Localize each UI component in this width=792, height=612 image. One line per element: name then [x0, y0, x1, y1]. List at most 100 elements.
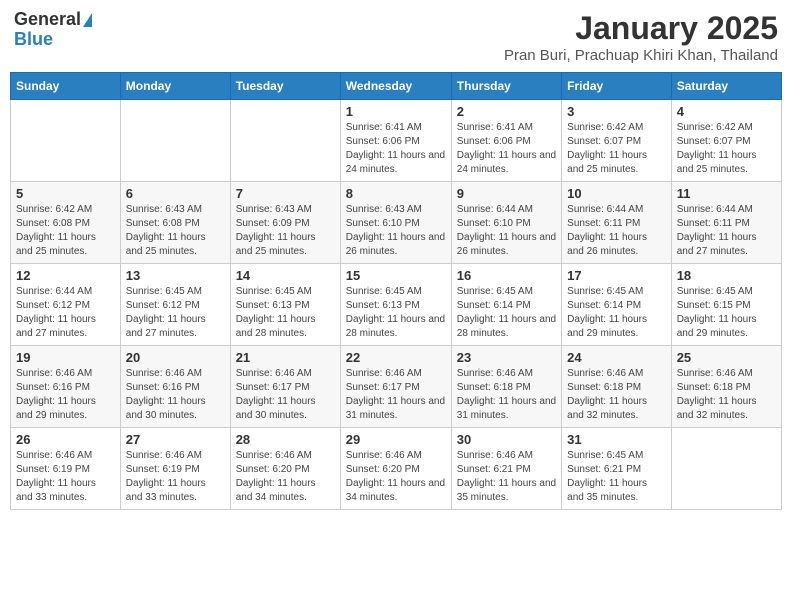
calendar-cell: 23Sunrise: 6:46 AMSunset: 6:18 PMDayligh…	[451, 346, 561, 428]
calendar-cell: 22 Sunrise: 6:46 AMSunset: 6:17 PMDayligh…	[340, 346, 451, 428]
day-header-tuesday: Tuesday	[230, 73, 340, 100]
day-number: 30	[457, 432, 556, 447]
calendar-cell: 14 Sunrise: 6:45 AMSunset: 6:13 PMDayligh…	[230, 264, 340, 346]
calendar-cell: 7 Sunrise: 6:43 AMSunset: 6:09 PMDaylight…	[230, 182, 340, 264]
day-number: 27	[126, 432, 225, 447]
day-detail: Sunrise: 6:46 AMSunset: 6:19 PMDaylight:…	[16, 449, 115, 505]
calendar-cell: 9Sunrise: 6:44 AMSunset: 6:10 PMDaylight…	[451, 182, 561, 264]
day-detail: Sunrise: 6:44 AMSunset: 6:11 PMDaylight:…	[567, 203, 666, 259]
day-number: 13	[126, 268, 225, 283]
day-detail: Sunrise: 6:46 AMSunset: 6:20 PMDaylight:…	[236, 449, 335, 505]
calendar-cell: 15 Sunrise: 6:45 AMSunset: 6:13 PMDayligh…	[340, 264, 451, 346]
title-block: January 2025 Pran Buri, Prachuap Khiri K…	[504, 10, 778, 64]
calendar-cell: 20 Sunrise: 6:46 AMSunset: 6:16 PMDayligh…	[120, 346, 230, 428]
day-number: 12	[16, 268, 115, 283]
calendar-cell: 17 Sunrise: 6:45 AMSunset: 6:14 PMDayligh…	[562, 264, 672, 346]
day-detail: Sunrise: 6:43 AMSunset: 6:08 PMDaylight:…	[126, 203, 225, 259]
page-subtitle: Pran Buri, Prachuap Khiri Khan, Thailand	[504, 47, 778, 64]
day-detail: Sunrise: 6:45 AMSunset: 6:13 PMDaylight:…	[346, 285, 446, 341]
day-detail: Sunrise: 6:42 AMSunset: 6:07 PMDaylight:…	[567, 121, 666, 177]
day-header-friday: Friday	[562, 73, 672, 100]
calendar-cell: 5Sunrise: 6:42 AMSunset: 6:08 PMDaylight…	[11, 182, 121, 264]
day-detail: Sunrise: 6:45 AMSunset: 6:14 PMDaylight:…	[567, 285, 666, 341]
day-detail: Sunrise: 6:46 AMSunset: 6:21 PMDaylight:…	[457, 449, 556, 505]
day-number: 24	[567, 350, 666, 365]
calendar-cell: 8 Sunrise: 6:43 AMSunset: 6:10 PMDaylight…	[340, 182, 451, 264]
day-number: 31	[567, 432, 666, 447]
day-detail: Sunrise: 6:41 AMSunset: 6:06 PMDaylight:…	[457, 121, 556, 177]
page-title: January 2025	[504, 10, 778, 47]
day-detail: Sunrise: 6:43 AMSunset: 6:10 PMDaylight:…	[346, 203, 446, 259]
day-number: 7	[236, 186, 335, 201]
page-header: General Blue January 2025 Pran Buri, Pra…	[10, 10, 782, 64]
calendar-cell: 24Sunrise: 6:46 AMSunset: 6:18 PMDayligh…	[562, 346, 672, 428]
day-number: 4	[677, 104, 776, 119]
day-number: 20	[126, 350, 225, 365]
calendar-cell: 13 Sunrise: 6:45 AMSunset: 6:12 PMDayligh…	[120, 264, 230, 346]
day-detail: Sunrise: 6:44 AMSunset: 6:12 PMDaylight:…	[16, 285, 115, 341]
day-number: 3	[567, 104, 666, 119]
day-number: 15	[346, 268, 446, 283]
calendar-cell: 31Sunrise: 6:45 AMSunset: 6:21 PMDayligh…	[562, 428, 672, 510]
calendar-cell: 2 Sunrise: 6:41 AMSunset: 6:06 PMDaylight…	[451, 100, 561, 182]
day-detail: Sunrise: 6:42 AMSunset: 6:08 PMDaylight:…	[16, 203, 115, 259]
day-number: 18	[677, 268, 776, 283]
header-row: SundayMondayTuesdayWednesdayThursdayFrid…	[11, 73, 782, 100]
day-detail: Sunrise: 6:46 AMSunset: 6:19 PMDaylight:…	[126, 449, 225, 505]
day-detail: Sunrise: 6:42 AMSunset: 6:07 PMDaylight:…	[677, 121, 776, 177]
calendar-cell: 29Sunrise: 6:46 AMSunset: 6:20 PMDayligh…	[340, 428, 451, 510]
day-number: 11	[677, 186, 776, 201]
day-detail: Sunrise: 6:46 AMSunset: 6:16 PMDaylight:…	[126, 367, 225, 423]
day-number: 8	[346, 186, 446, 201]
week-row-1: 5Sunrise: 6:42 AMSunset: 6:08 PMDaylight…	[11, 182, 782, 264]
calendar-cell	[230, 100, 340, 182]
week-row-0: 1Sunrise: 6:41 AMSunset: 6:06 PMDaylight…	[11, 100, 782, 182]
calendar-cell	[11, 100, 121, 182]
day-number: 9	[457, 186, 556, 201]
day-number: 26	[16, 432, 115, 447]
day-detail: Sunrise: 6:46 AMSunset: 6:17 PMDaylight:…	[236, 367, 335, 423]
calendar-cell: 12 Sunrise: 6:44 AMSunset: 6:12 PMDayligh…	[11, 264, 121, 346]
day-number: 10	[567, 186, 666, 201]
calendar-cell: 1Sunrise: 6:41 AMSunset: 6:06 PMDaylight…	[340, 100, 451, 182]
day-detail: Sunrise: 6:45 AMSunset: 6:15 PMDaylight:…	[677, 285, 776, 341]
calendar-cell	[120, 100, 230, 182]
day-number: 25	[677, 350, 776, 365]
calendar-cell: 6 Sunrise: 6:43 AMSunset: 6:08 PMDaylight…	[120, 182, 230, 264]
day-detail: Sunrise: 6:46 AMSunset: 6:17 PMDaylight:…	[346, 367, 446, 423]
day-header-wednesday: Wednesday	[340, 73, 451, 100]
logo-blue: Blue	[14, 30, 53, 50]
day-header-saturday: Saturday	[671, 73, 781, 100]
day-header-monday: Monday	[120, 73, 230, 100]
day-number: 19	[16, 350, 115, 365]
day-number: 2	[457, 104, 556, 119]
day-number: 17	[567, 268, 666, 283]
calendar-cell: 26 Sunrise: 6:46 AMSunset: 6:19 PMDayligh…	[11, 428, 121, 510]
calendar-cell: 28Sunrise: 6:46 AMSunset: 6:20 PMDayligh…	[230, 428, 340, 510]
day-header-sunday: Sunday	[11, 73, 121, 100]
day-detail: Sunrise: 6:45 AMSunset: 6:12 PMDaylight:…	[126, 285, 225, 341]
calendar-cell: 4 Sunrise: 6:42 AMSunset: 6:07 PMDaylight…	[671, 100, 781, 182]
calendar-cell: 30 Sunrise: 6:46 AMSunset: 6:21 PMDayligh…	[451, 428, 561, 510]
day-detail: Sunrise: 6:44 AMSunset: 6:11 PMDaylight:…	[677, 203, 776, 259]
week-row-4: 26 Sunrise: 6:46 AMSunset: 6:19 PMDayligh…	[11, 428, 782, 510]
calendar-cell: 10 Sunrise: 6:44 AMSunset: 6:11 PMDayligh…	[562, 182, 672, 264]
week-row-3: 19 Sunrise: 6:46 AMSunset: 6:16 PMDayligh…	[11, 346, 782, 428]
day-detail: Sunrise: 6:41 AMSunset: 6:06 PMDaylight:…	[346, 121, 446, 177]
logo: General Blue	[14, 10, 92, 50]
day-header-thursday: Thursday	[451, 73, 561, 100]
calendar-cell: 25Sunrise: 6:46 AMSunset: 6:18 PMDayligh…	[671, 346, 781, 428]
calendar-cell: 27 Sunrise: 6:46 AMSunset: 6:19 PMDayligh…	[120, 428, 230, 510]
week-row-2: 12 Sunrise: 6:44 AMSunset: 6:12 PMDayligh…	[11, 264, 782, 346]
day-number: 6	[126, 186, 225, 201]
day-number: 23	[457, 350, 556, 365]
day-number: 22	[346, 350, 446, 365]
day-detail: Sunrise: 6:45 AMSunset: 6:13 PMDaylight:…	[236, 285, 335, 341]
calendar-cell	[671, 428, 781, 510]
day-number: 14	[236, 268, 335, 283]
calendar-table: SundayMondayTuesdayWednesdayThursdayFrid…	[10, 72, 782, 510]
calendar-cell: 18 Sunrise: 6:45 AMSunset: 6:15 PMDayligh…	[671, 264, 781, 346]
day-number: 29	[346, 432, 446, 447]
day-detail: Sunrise: 6:43 AMSunset: 6:09 PMDaylight:…	[236, 203, 335, 259]
day-number: 16	[457, 268, 556, 283]
